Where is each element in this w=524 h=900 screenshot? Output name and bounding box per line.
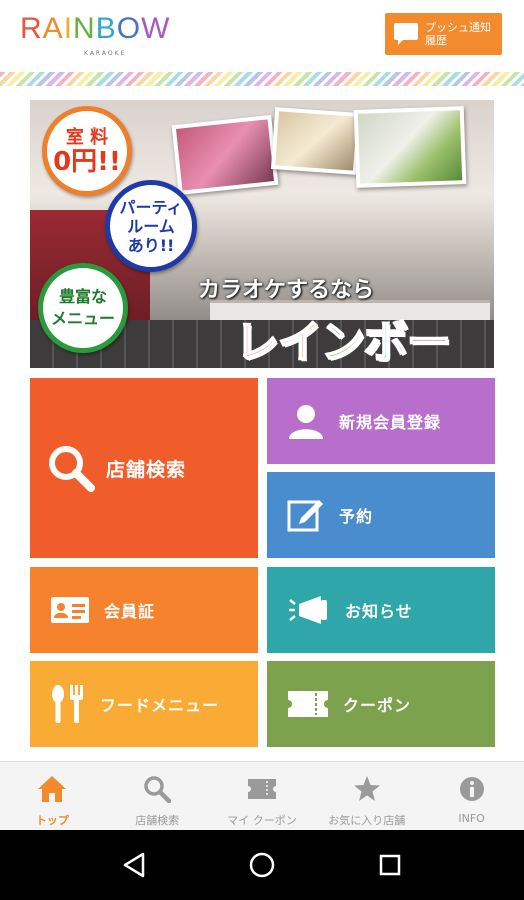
back-icon[interactable] bbox=[114, 845, 154, 885]
member-card-tile[interactable]: 会員証 bbox=[30, 567, 258, 653]
star-icon bbox=[353, 774, 381, 804]
tab-favorite-stores[interactable]: お気に入り店舗 bbox=[314, 762, 419, 830]
logo-letter: B bbox=[95, 12, 117, 45]
store-search-tile[interactable]: 店舗検索 bbox=[30, 378, 258, 558]
tab-label: 店舗検索 bbox=[135, 814, 180, 827]
reservation-tile[interactable]: 予約 bbox=[267, 472, 495, 558]
new-member-label: 新規会員登録 bbox=[339, 413, 442, 432]
home-icon bbox=[37, 774, 67, 804]
badge-party-room: パーティ ルーム あり!! bbox=[105, 180, 197, 272]
push-button-label: プッシュ通知 履歴 bbox=[425, 21, 491, 47]
logo-letter: A bbox=[42, 12, 64, 45]
search-icon bbox=[143, 774, 172, 804]
logo-letter: I bbox=[63, 12, 74, 45]
badge-rich-menu: 豊富な メニュー bbox=[38, 263, 128, 353]
tab-label: お気に入り店舗 bbox=[328, 814, 406, 827]
promo-banner[interactable]: 室 料 0円!! パーティ ルーム あり!! 豊富な メニュー カラオケするなら レイン… bbox=[30, 100, 494, 368]
banner-photo-room-lounge bbox=[270, 107, 362, 175]
logo-letter: W bbox=[141, 12, 171, 45]
rainbow-stripe-divider bbox=[0, 72, 524, 86]
news-tile[interactable]: お知らせ bbox=[267, 567, 495, 653]
coupon-tile[interactable]: クーポン bbox=[267, 661, 495, 747]
system-navigation-bar bbox=[0, 830, 524, 900]
push-notification-history-button[interactable]: プッシュ通知 履歴 bbox=[385, 13, 502, 55]
tab-info[interactable]: INFO bbox=[419, 762, 524, 830]
member-card-label: 会員証 bbox=[104, 602, 156, 621]
badge-free-room-fee: 室 料 0円!! bbox=[42, 106, 132, 196]
info-icon bbox=[459, 774, 485, 804]
app-header: RAINBOW KARAOKE プッシュ通知 履歴 bbox=[0, 0, 524, 72]
store-search-label: 店舗検索 bbox=[106, 458, 187, 481]
new-member-registration-tile[interactable]: 新規会員登録 bbox=[267, 378, 495, 464]
logo-letter: N bbox=[73, 12, 96, 45]
tab-label: マイ クーポン bbox=[227, 814, 297, 827]
tab-top[interactable]: トップ bbox=[0, 762, 105, 830]
tab-my-coupon[interactable]: マイ クーポン bbox=[210, 762, 315, 830]
rainbow-logo[interactable]: RAINBOW KARAOKE bbox=[20, 12, 170, 58]
logo-letter: O bbox=[116, 12, 142, 45]
reservation-label: 予約 bbox=[339, 507, 374, 526]
recent-apps-icon[interactable] bbox=[370, 845, 410, 885]
food-menu-label: フードメニュー bbox=[100, 696, 220, 715]
home-circle-icon[interactable] bbox=[242, 845, 282, 885]
search-icon bbox=[46, 443, 96, 493]
edit-icon bbox=[287, 496, 325, 534]
user-icon bbox=[287, 402, 325, 440]
food-menu-tile[interactable]: フードメニュー bbox=[30, 661, 258, 747]
tab-label: トップ bbox=[35, 814, 69, 827]
logo-letter: R bbox=[20, 12, 43, 45]
banner-tagline: カラオケするなら bbox=[198, 278, 375, 303]
tab-label: INFO bbox=[458, 812, 485, 825]
ticket-icon bbox=[287, 690, 329, 718]
speech-bubble-icon bbox=[393, 22, 419, 46]
banner-photo-room-pink bbox=[171, 114, 279, 196]
ticket-icon bbox=[247, 774, 277, 804]
tab-store-search[interactable]: 店舗検索 bbox=[105, 762, 210, 830]
banner-brand-name: レインボー bbox=[234, 316, 452, 368]
id-card-icon bbox=[50, 596, 90, 624]
bottom-tab-bar: トップ 店舗検索 マイ クーポン お気に入り店舗 INFO bbox=[0, 761, 524, 830]
logo-subtitle: KARAOKE bbox=[84, 50, 127, 57]
banner-photo-room-party bbox=[353, 106, 467, 188]
coupon-label: クーポン bbox=[343, 696, 412, 715]
fork-spoon-icon bbox=[50, 684, 86, 724]
logo-text: RAINBOW bbox=[20, 12, 170, 46]
news-label: お知らせ bbox=[345, 602, 413, 621]
megaphone-icon bbox=[287, 594, 331, 626]
